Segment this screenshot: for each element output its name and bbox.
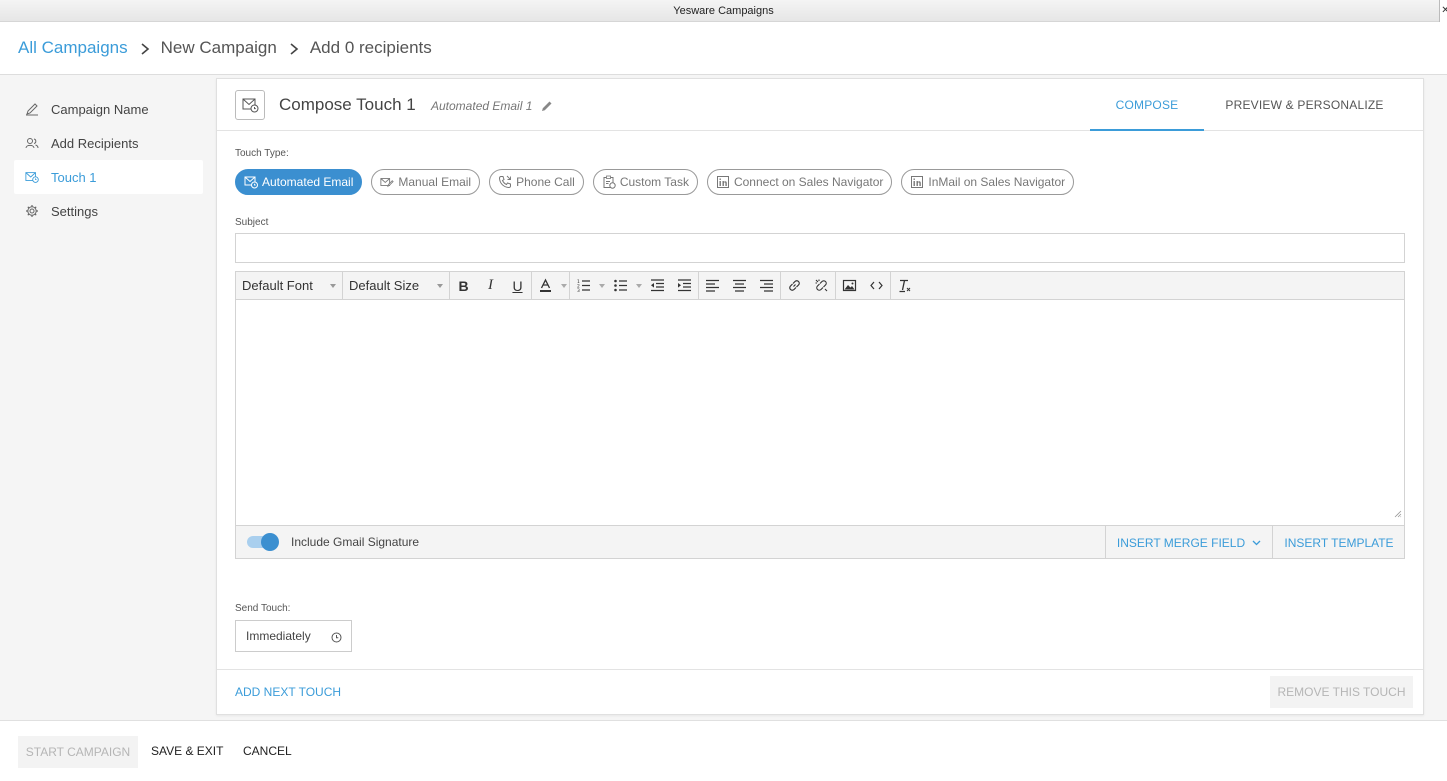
sidebar-item-add-recipients[interactable]: Add Recipients — [14, 126, 203, 160]
tab-preview-personalize[interactable]: PREVIEW & PERSONALIZE — [1217, 79, 1392, 131]
touch-type-phone-call[interactable]: Phone Call — [489, 169, 584, 195]
font-size-select[interactable]: Default Size — [343, 271, 450, 300]
italic-icon[interactable]: I — [477, 272, 504, 300]
users-icon — [24, 135, 40, 151]
sidebar-item-label: Settings — [51, 203, 98, 219]
chevron-right-icon — [140, 41, 150, 56]
send-touch-label: Send Touch: — [235, 603, 291, 614]
breadcrumb: All Campaigns New Campaign Add 0 recipie… — [0, 22, 1447, 75]
breadcrumb-add-recipients: Add 0 recipients — [309, 38, 432, 57]
save-exit-button[interactable]: SAVE & EXIT — [151, 744, 223, 758]
start-campaign-button[interactable]: START CAMPAIGN — [18, 736, 138, 768]
resize-handle-icon[interactable] — [1394, 510, 1402, 518]
numbered-list-icon[interactable]: 123 — [570, 272, 597, 300]
touch-type-custom-task[interactable]: Custom Task — [592, 169, 698, 195]
outdent-icon[interactable] — [644, 272, 671, 300]
touch-type-connect-sales-navigator[interactable]: Connect on Sales Navigator — [706, 169, 893, 195]
editor-toolbar: Default Font Default Size B I U 123 — [236, 271, 1404, 300]
chevron-down-icon[interactable] — [597, 272, 607, 300]
breadcrumb-new-campaign: New Campaign — [160, 38, 277, 57]
touch-type-label: Touch Type: — [235, 148, 289, 159]
gmail-signature-toggle[interactable] — [247, 533, 279, 551]
linkedin-icon — [911, 176, 924, 188]
tab-compose[interactable]: COMPOSE — [1090, 79, 1204, 131]
send-touch-select[interactable]: Immediately — [235, 620, 352, 652]
align-right-icon[interactable] — [753, 272, 780, 300]
touch-name: Automated Email 1 — [431, 99, 533, 113]
page-title: Compose Touch 1 — [279, 95, 416, 114]
underline-icon[interactable]: U — [504, 272, 531, 300]
insert-merge-field-button[interactable]: INSERT MERGE FIELD — [1105, 526, 1272, 559]
unlink-icon[interactable] — [808, 272, 835, 300]
sidebar-item-label: Campaign Name — [51, 101, 149, 117]
cancel-button[interactable]: CANCEL — [243, 744, 292, 758]
email-clock-icon — [244, 176, 258, 189]
touch-type-group: Automated Email Manual Email Phone Call … — [235, 169, 1075, 195]
sidebar-item-label: Add Recipients — [51, 135, 139, 151]
align-left-icon[interactable] — [699, 272, 726, 300]
editor-footer: Include Gmail Signature INSERT MERGE FIE… — [236, 525, 1405, 559]
chevron-right-icon — [289, 41, 299, 56]
email-body-editor[interactable] — [236, 300, 1404, 525]
chevron-down-icon[interactable] — [559, 272, 569, 300]
align-center-icon[interactable] — [726, 272, 753, 300]
compose-footer: ADD NEXT TOUCH REMOVE THIS TOUCH — [217, 669, 1423, 715]
subject-label: Subject — [235, 217, 269, 228]
email-pencil-icon — [380, 178, 395, 188]
email-clock-icon — [24, 169, 40, 185]
link-icon[interactable] — [781, 272, 808, 300]
clipboard-clock-icon — [603, 175, 616, 189]
clock-icon — [331, 632, 342, 643]
clear-formatting-icon[interactable] — [891, 272, 918, 300]
text-color-icon[interactable] — [532, 272, 559, 300]
touch-type-automated-email[interactable]: Automated Email — [235, 169, 363, 195]
insert-template-button[interactable]: INSERT TEMPLATE — [1272, 526, 1405, 559]
sidebar-item-label: Touch 1 — [51, 169, 97, 185]
bold-icon[interactable]: B — [450, 272, 477, 300]
window-titlebar: Yesware Campaigns ✕ — [0, 0, 1447, 22]
code-view-icon[interactable] — [863, 272, 890, 300]
svg-text:3: 3 — [577, 288, 580, 293]
phone-icon — [499, 175, 512, 189]
email-clock-icon — [235, 90, 265, 120]
remove-touch-button[interactable]: REMOVE THIS TOUCH — [1270, 676, 1413, 708]
touch-type-inmail-sales-navigator[interactable]: InMail on Sales Navigator — [901, 169, 1075, 195]
gmail-signature-label: Include Gmail Signature — [291, 535, 420, 549]
indent-icon[interactable] — [671, 272, 698, 300]
sidebar-item-campaign-name[interactable]: Campaign Name — [14, 92, 203, 126]
font-family-select[interactable]: Default Font — [236, 271, 343, 300]
email-editor: Default Font Default Size B I U 123 Incl… — [235, 271, 1405, 559]
compose-header: Compose Touch 1 Automated Email 1 COMPOS… — [217, 79, 1423, 131]
subject-input[interactable] — [235, 233, 1405, 263]
sidebar: Campaign Name Add Recipients Touch 1 Set… — [14, 92, 203, 228]
linkedin-icon — [716, 176, 729, 188]
close-icon[interactable]: ✕ — [1439, 0, 1447, 22]
window-title: Yesware Campaigns — [673, 5, 774, 17]
bullet-list-icon[interactable] — [607, 272, 634, 300]
gear-icon — [24, 203, 40, 219]
sidebar-item-settings[interactable]: Settings — [14, 194, 203, 228]
add-next-touch-button[interactable]: ADD NEXT TOUCH — [235, 685, 341, 699]
bottom-action-bar: START CAMPAIGN SAVE & EXIT CANCEL — [0, 720, 1447, 781]
chevron-down-icon[interactable] — [634, 272, 644, 300]
chevron-down-icon — [1252, 540, 1261, 545]
breadcrumb-all-campaigns[interactable]: All Campaigns — [18, 38, 128, 58]
pencil-icon — [24, 101, 40, 117]
sidebar-item-touch-1[interactable]: Touch 1 — [14, 160, 203, 194]
edit-pencil-icon[interactable] — [541, 100, 553, 112]
compose-panel: Compose Touch 1 Automated Email 1 COMPOS… — [216, 78, 1424, 715]
touch-type-manual-email[interactable]: Manual Email — [371, 169, 481, 195]
image-icon[interactable] — [836, 272, 863, 300]
